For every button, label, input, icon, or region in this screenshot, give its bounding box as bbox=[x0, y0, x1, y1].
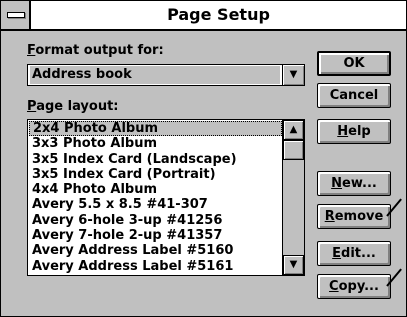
list-item[interactable]: 3x5 Index Card (Landscape) bbox=[29, 152, 282, 167]
page-layout-list[interactable]: 2x4 Photo Album 3x3 Photo Album 3x5 Index … bbox=[27, 119, 305, 276]
list-item[interactable]: 3x3 Photo Album bbox=[29, 136, 282, 151]
dialog-title: Page Setup bbox=[167, 5, 270, 24]
list-scrollbar[interactable]: ▲ ▼ bbox=[282, 120, 304, 275]
help-button[interactable]: Help bbox=[317, 119, 391, 144]
page-setup-dialog: Page Setup Format output for: Address bo… bbox=[0, 0, 407, 317]
copy-button[interactable]: Copy... bbox=[317, 274, 391, 299]
list-item[interactable]: 2x4 Photo Album bbox=[29, 121, 282, 137]
list-item[interactable]: Avery 5.5 x 8.5 #41-307 bbox=[29, 197, 282, 212]
page-layout-label: Page layout: bbox=[27, 99, 119, 114]
scroll-down-icon[interactable]: ▼ bbox=[283, 255, 304, 275]
list-item[interactable]: Avery Address Label #5161 bbox=[29, 259, 282, 274]
ok-button[interactable]: OK bbox=[317, 51, 391, 76]
system-menu-icon bbox=[7, 12, 25, 18]
cancel-button[interactable]: Cancel bbox=[317, 83, 391, 108]
scroll-thumb[interactable] bbox=[283, 140, 304, 160]
scroll-up-icon[interactable]: ▲ bbox=[283, 120, 304, 140]
page-layout-items: 2x4 Photo Album 3x3 Photo Album 3x5 Index … bbox=[29, 121, 282, 274]
edit-button[interactable]: Edit... bbox=[317, 241, 391, 266]
title-bar: Page Setup bbox=[1, 1, 406, 31]
new-button[interactable]: New... bbox=[317, 171, 391, 196]
format-output-value: Address book bbox=[30, 66, 280, 84]
list-item[interactable]: 4x4 Photo Album bbox=[29, 182, 282, 197]
dropdown-arrow-icon[interactable]: ▼ bbox=[282, 65, 304, 85]
list-item[interactable]: Avery 7-hole 2-up #41357 bbox=[29, 228, 282, 243]
system-menu-button[interactable] bbox=[1, 1, 31, 29]
list-item[interactable]: 3x5 Index Card (Portrait) bbox=[29, 167, 282, 182]
format-output-select[interactable]: Address book ▼ bbox=[27, 64, 305, 86]
remove-button[interactable]: Remove bbox=[317, 204, 391, 229]
list-item[interactable]: Avery Address Label #5160 bbox=[29, 243, 282, 258]
list-item[interactable]: Avery 6-hole 3-up #41256 bbox=[29, 213, 282, 228]
format-output-label: Format output for: bbox=[27, 43, 164, 58]
